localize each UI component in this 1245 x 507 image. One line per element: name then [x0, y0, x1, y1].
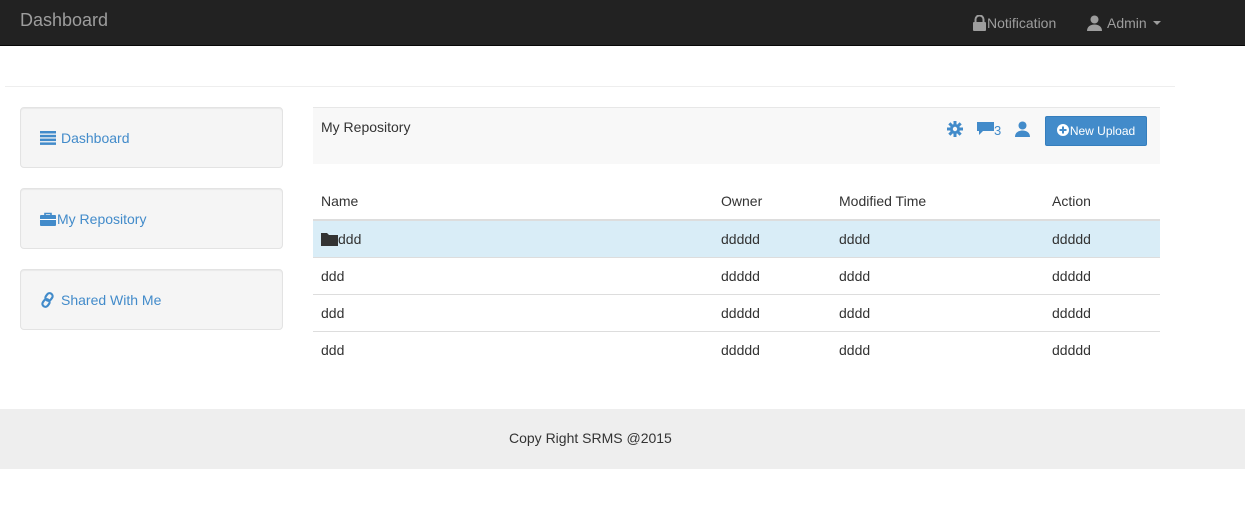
- lock-icon: [972, 15, 987, 31]
- name-cell[interactable]: ddd: [313, 256, 713, 294]
- list-icon: [40, 130, 57, 145]
- column-header-action: Action: [1044, 183, 1160, 221]
- notification-link[interactable]: Notification: [972, 0, 1056, 46]
- user-icon: [1015, 121, 1030, 140]
- owner-cell: ddddd: [713, 219, 831, 257]
- sidebar-item-dashboard[interactable]: Dashboard: [20, 107, 283, 168]
- owner-cell: ddddd: [713, 256, 831, 294]
- sidebar-item-label: My Repository: [57, 210, 147, 227]
- new-upload-label: New Upload: [1069, 124, 1136, 138]
- action-cell[interactable]: ddddd: [1044, 293, 1160, 331]
- name-cell[interactable]: ddd: [313, 293, 713, 331]
- file-name: ddd: [338, 230, 362, 247]
- action-cell[interactable]: ddddd: [1044, 219, 1160, 257]
- notification-label: Notification: [987, 15, 1057, 31]
- column-header-name: Name: [313, 183, 713, 221]
- column-header-modified-time: Modified Time: [831, 183, 1044, 221]
- user-button[interactable]: [1015, 121, 1030, 140]
- caret-down-icon: [1152, 21, 1161, 25]
- repository-header: My Repository 3 New Upload: [313, 107, 1160, 164]
- name-cell[interactable]: ddd: [313, 330, 713, 368]
- divider: [5, 86, 1175, 87]
- table-row[interactable]: ddd ddddd dddd ddddd: [313, 256, 1160, 294]
- user-icon: [1087, 15, 1102, 31]
- settings-button[interactable]: [947, 121, 963, 140]
- owner-cell: ddddd: [713, 330, 831, 368]
- gear-icon: [947, 121, 963, 140]
- name-cell[interactable]: ddd: [313, 219, 713, 257]
- owner-cell: ddddd: [713, 293, 831, 331]
- table-header-row: Name Owner Modified Time Action: [313, 183, 1160, 221]
- comment-count: 3: [994, 122, 1002, 138]
- new-upload-button[interactable]: New Upload: [1045, 116, 1147, 146]
- link-icon: [40, 291, 56, 308]
- action-cell[interactable]: ddddd: [1044, 330, 1160, 368]
- table-row[interactable]: ddd ddddd dddd ddddd: [313, 219, 1160, 257]
- navbar-brand[interactable]: Dashboard: [20, 10, 108, 30]
- table-row[interactable]: ddd ddddd dddd ddddd: [313, 330, 1160, 368]
- page-title: My Repository: [321, 119, 411, 135]
- briefcase-icon: [40, 212, 57, 226]
- footer: Copy Right SRMS @2015: [0, 409, 1245, 469]
- sidebar-item-my-repository[interactable]: My Repository: [20, 188, 283, 249]
- modified-cell: dddd: [831, 256, 1044, 294]
- comment-icon: [977, 121, 994, 139]
- comments-button[interactable]: 3: [977, 121, 1001, 139]
- sidebar-item-label: Dashboard: [61, 129, 130, 146]
- repository-table: Name Owner Modified Time Action ddd dddd…: [313, 183, 1160, 368]
- sidebar-item-shared-with-me[interactable]: Shared With Me: [20, 269, 283, 330]
- modified-cell: dddd: [831, 219, 1044, 257]
- top-navbar: Dashboard Notification Admin: [0, 0, 1245, 46]
- action-cell[interactable]: ddddd: [1044, 256, 1160, 294]
- admin-label: Admin: [1107, 15, 1147, 31]
- modified-cell: dddd: [831, 293, 1044, 331]
- modified-cell: dddd: [831, 330, 1044, 368]
- table-row[interactable]: ddd ddddd dddd ddddd: [313, 293, 1160, 331]
- column-header-owner: Owner: [713, 183, 831, 221]
- admin-dropdown[interactable]: Admin: [1087, 0, 1161, 46]
- sidebar-item-label: Shared With Me: [61, 291, 162, 308]
- folder-icon: [321, 232, 338, 246]
- copyright-text: Copy Right SRMS @2015: [509, 430, 672, 446]
- plus-circle-icon: [1056, 123, 1070, 139]
